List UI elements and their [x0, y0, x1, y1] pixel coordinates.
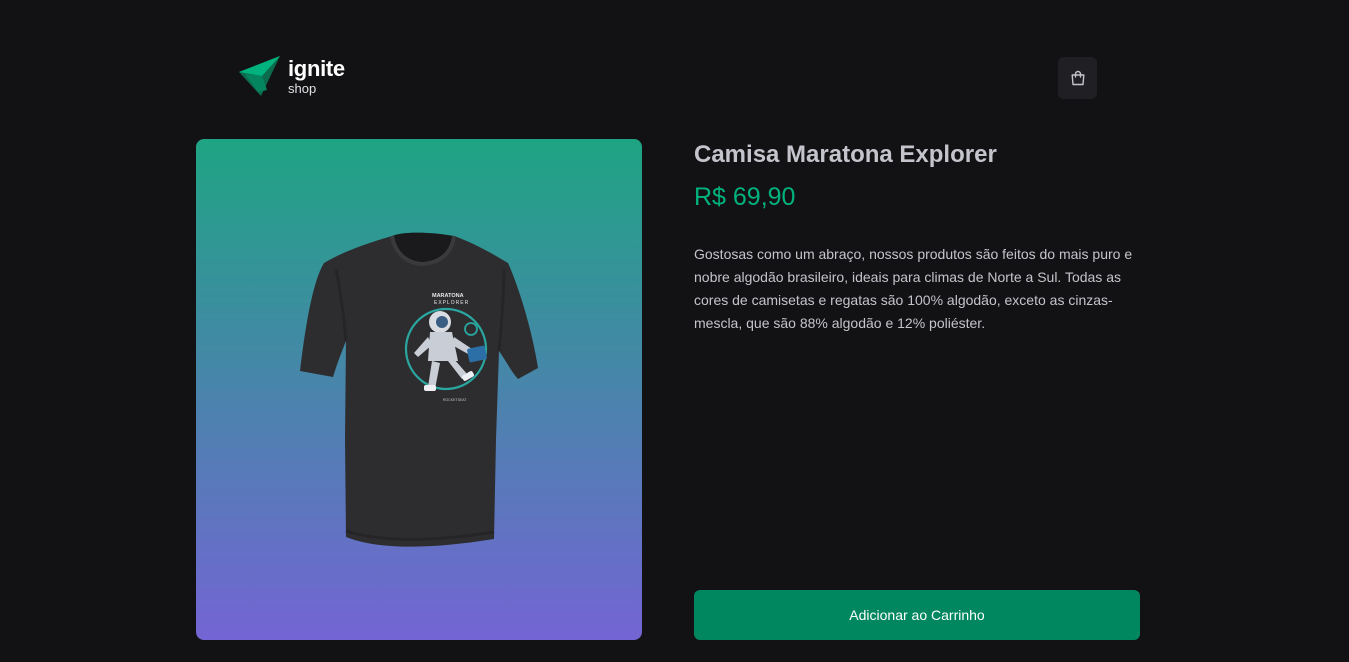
logo-icon: [239, 56, 280, 96]
product-description: Gostosas como um abraço, nossos produtos…: [694, 246, 1133, 331]
add-to-cart-button[interactable]: Adicionar ao Carrinho: [694, 590, 1140, 640]
print-brand-text: ROCKETSEAT: [443, 398, 467, 402]
product-image-container: MARATONA EXPLORER ROCKETSEAT: [196, 139, 642, 640]
logo-subtitle: shop: [288, 80, 317, 96]
logo[interactable]: ignite shop: [239, 56, 345, 98]
logo-title: ignite: [288, 55, 345, 81]
print-subtitle-text: EXPLORER: [434, 300, 469, 306]
print-title-text: MARATONA: [432, 293, 464, 299]
tshirt-image: MARATONA EXPLORER ROCKETSEAT: [300, 232, 538, 547]
product-page: ignite shop MARATONA EXPLORER ROCKETSEAT…: [0, 0, 1349, 662]
cart-button[interactable]: [1058, 57, 1097, 99]
logo-text: ignite shop: [288, 55, 345, 97]
product-title: Camisa Maratona Explorer: [694, 141, 997, 168]
shopping-bag-icon: [1071, 70, 1084, 86]
product-price: R$ 69,90: [694, 183, 796, 211]
product-details: Camisa Maratona Explorer R$ 69,90 Gostos…: [694, 139, 1140, 640]
